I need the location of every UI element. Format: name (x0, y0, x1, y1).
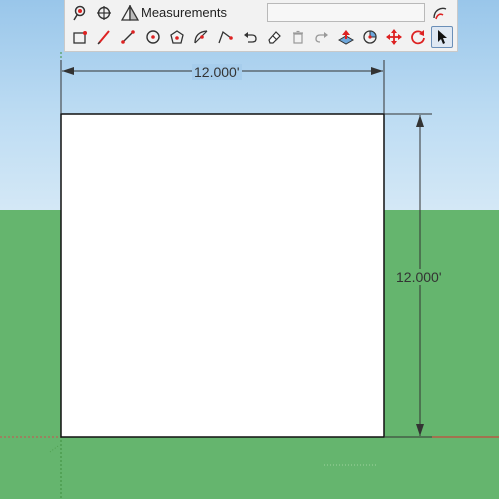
redo-button[interactable] (311, 26, 333, 48)
eraser-icon (268, 31, 281, 44)
redo-icon (315, 32, 328, 43)
delete-button[interactable] (287, 26, 309, 48)
width-dimension-label[interactable]: 12.000' (192, 64, 242, 80)
orbit-refresh-icon (411, 30, 425, 45)
delete-icon (293, 30, 303, 44)
circle-icon (146, 30, 160, 44)
toolbar-row-2 (65, 26, 457, 50)
polygon-tool-button[interactable] (166, 26, 188, 48)
rotate-button[interactable] (359, 26, 381, 48)
undo-button[interactable] (239, 26, 261, 48)
rotate-icon (363, 30, 377, 44)
height-dimension-label[interactable]: 12.000' (394, 269, 444, 285)
section-plane-button[interactable] (119, 2, 141, 24)
protractor-tool-button[interactable] (214, 26, 236, 48)
protractor-icon (218, 30, 233, 44)
axis-marker (49, 445, 59, 453)
undo-icon (244, 32, 257, 43)
scene-canvas (0, 52, 499, 499)
move-button[interactable] (383, 26, 405, 48)
select-arrow-icon (438, 30, 447, 44)
measurements-input[interactable] (267, 3, 425, 22)
eraser-button[interactable] (263, 26, 285, 48)
section-plane-icon (121, 5, 139, 21)
line-tool-button[interactable] (117, 26, 139, 48)
circle-tool-button[interactable] (142, 26, 164, 48)
modeling-viewport[interactable]: 12.000' 12.000' (0, 0, 499, 499)
push-pull-button[interactable] (335, 26, 357, 48)
measurements-label: Measurements (141, 5, 227, 20)
orbit-refresh-button[interactable] (407, 26, 429, 48)
line-pencil-icon (97, 30, 110, 45)
square-face[interactable] (60, 113, 385, 438)
position-camera-button[interactable] (69, 2, 91, 24)
freehand-button[interactable] (429, 2, 451, 24)
line-icon (121, 30, 135, 44)
pencil-tool-button[interactable] (93, 26, 115, 48)
orbit-button[interactable] (93, 2, 115, 24)
select-tool-button[interactable] (431, 26, 453, 48)
position-camera-icon (73, 5, 86, 21)
push-pull-icon (337, 30, 355, 45)
toolbar: Measurements (64, 0, 458, 52)
rectangle-icon (73, 31, 87, 44)
freehand-icon (433, 7, 447, 20)
orbit-icon (97, 6, 111, 20)
arc-icon (194, 30, 208, 44)
toolbar-row-1: Measurements (65, 1, 457, 25)
move-icon (386, 29, 402, 45)
polygon-icon (170, 30, 184, 44)
rectangle-tool-button[interactable] (69, 26, 91, 48)
arc-tool-button[interactable] (190, 26, 212, 48)
